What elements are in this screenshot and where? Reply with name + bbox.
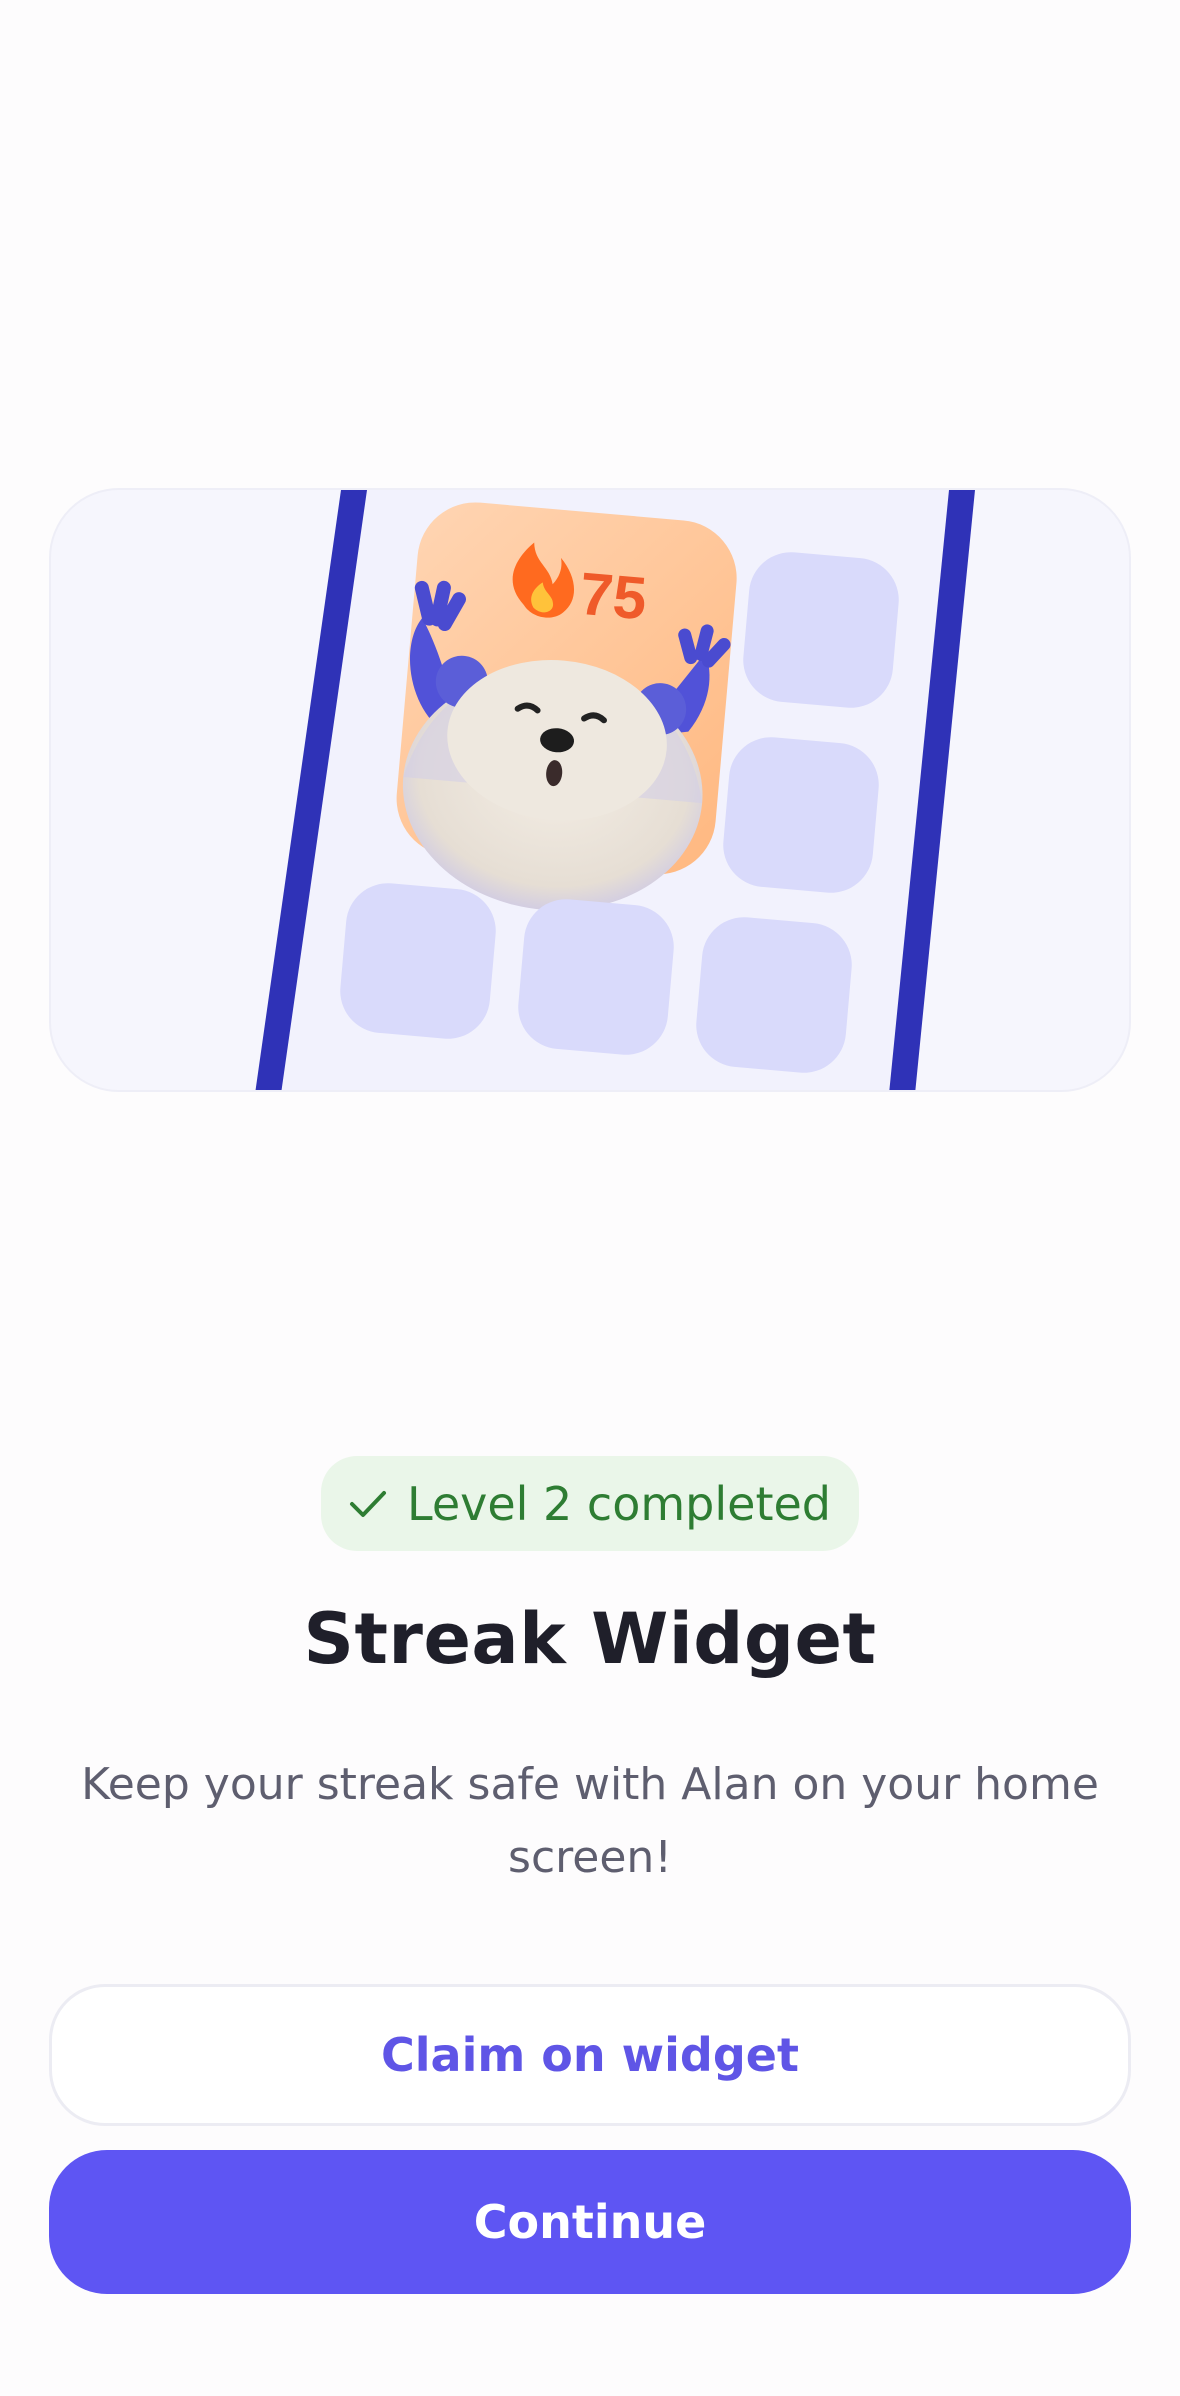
streak-widget: 75 [396,502,737,911]
page-title: Streak Widget [303,1598,877,1680]
continue-button[interactable]: Continue [49,2150,1131,2294]
app-tile [518,899,674,1055]
app-tile [696,917,852,1073]
claim-on-widget-button[interactable]: Claim on widget [49,1984,1131,2126]
widget-illustration: 75 [49,488,1131,1092]
status-badge-label: Level 2 completed [407,1476,831,1531]
app-tile [723,737,879,893]
app-tile [340,883,496,1039]
phone-home-screen-illustration: 75 [255,490,975,1090]
check-icon [349,1489,387,1519]
page-subtitle: Keep your streak safe with Alan on your … [81,1759,1099,1883]
app-tile [743,552,899,708]
status-badge: Level 2 completed [321,1456,859,1551]
streak-count: 75 [577,560,649,633]
